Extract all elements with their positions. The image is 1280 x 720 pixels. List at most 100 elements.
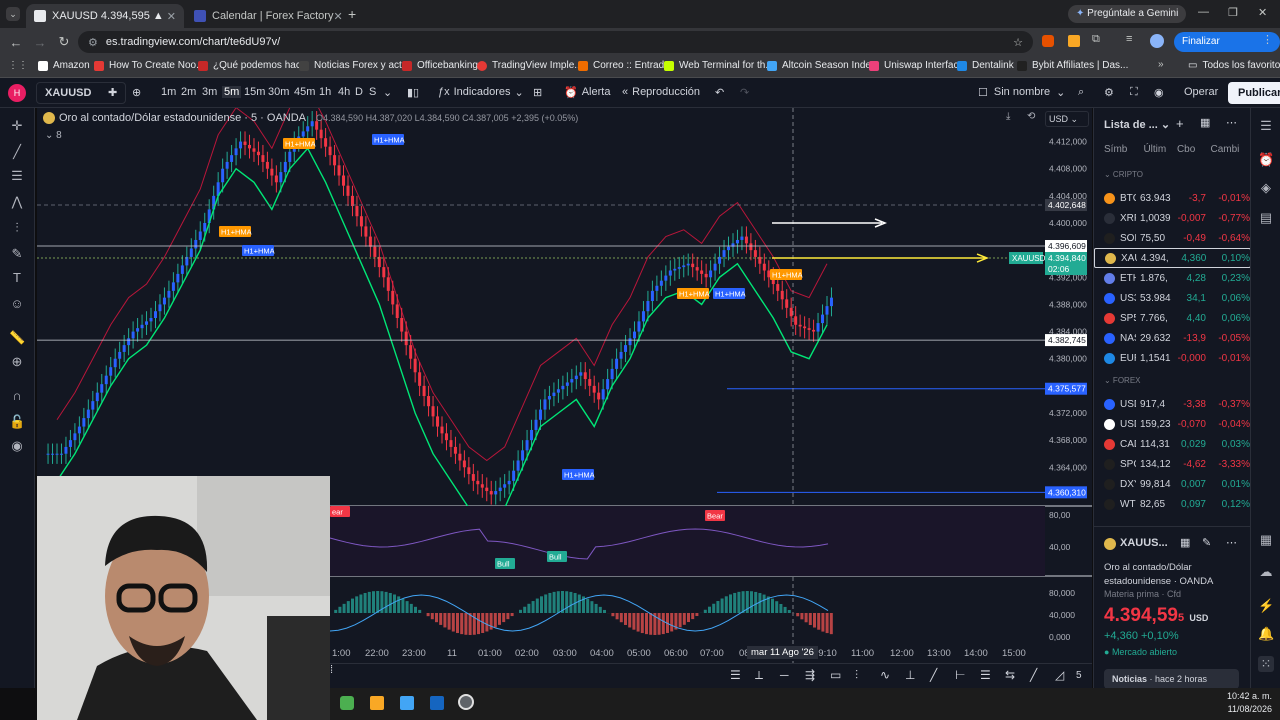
column-symbol[interactable]: Símb (1104, 144, 1143, 155)
watchlist-row[interactable]: SPC 134,12 -4,62 -3,33% (1094, 454, 1251, 474)
layout-name-dropdown[interactable]: ☐ Sin nombre ⌄ (978, 86, 1065, 99)
outlook-icon[interactable] (430, 696, 444, 710)
chevron-down-icon[interactable]: ⌄ (383, 86, 392, 99)
close-tab-icon[interactable]: ✕ (333, 10, 342, 23)
bookmark-item[interactable]: Amazon (38, 60, 90, 71)
emoji-tool-icon[interactable]: ☺ (9, 296, 25, 312)
gemini-button[interactable]: ✦ Pregúntale a Gemini (1068, 5, 1187, 23)
tab-xauusd[interactable]: XAUUSD 4.394,595 ▲ +0.1% Si ✕ (26, 4, 184, 28)
bookmark-item[interactable]: Officebanking (402, 60, 478, 71)
bookmark-item[interactable]: Dentalink (957, 60, 1014, 71)
watchlist-row[interactable]: SP5 7.766, 4,40 0,06% (1094, 308, 1251, 328)
publish-button[interactable]: Publicar (1228, 82, 1280, 104)
parallel-channel-icon[interactable]: ⇶ (805, 668, 815, 682)
bookmark-item[interactable]: TradingView Imple... (477, 60, 583, 71)
site-info-icon[interactable]: ⚙ (88, 36, 98, 49)
watchlist-row[interactable]: CAD 114,31 0,029 0,03% (1094, 434, 1251, 454)
watchlist-widget-icon[interactable]: ☰ (1258, 118, 1274, 134)
apps-icon[interactable]: ⁙ (1258, 656, 1274, 672)
text-tool-icon[interactable]: T (9, 270, 25, 286)
interval-5m[interactable]: 5m (222, 86, 242, 98)
minimize-icon[interactable]: — (1198, 6, 1209, 18)
omnibox[interactable]: ⚙ es.tradingview.com/chart/te6dU97v/ ☆ (78, 31, 1033, 53)
interval-3m[interactable]: 3m (202, 86, 217, 98)
grid-icon[interactable]: ▦ (1180, 536, 1190, 549)
profile-avatar[interactable] (1150, 34, 1164, 48)
crosshair-tool-icon[interactable]: ✛ (9, 118, 25, 134)
time-axis[interactable]: 1:00 22:00 23:00 11 01:00 02:00 03:00 04:00 05:0… (330, 645, 1090, 663)
candle-type-icon[interactable]: ▮▯ (407, 86, 419, 99)
replay-button[interactable]: «Reproducción (622, 86, 700, 98)
new-tab-icon[interactable]: + (348, 6, 356, 22)
bookmark-item[interactable]: ¿Qué podemos hac... (198, 60, 309, 71)
taskbar-app-icon[interactable] (340, 696, 354, 710)
watchlist-section-cripto[interactable]: ⌄ CRIPTO (1104, 170, 1143, 179)
redo-icon[interactable]: ↷ (740, 86, 749, 99)
bookmark-item[interactable]: Uniswap Interface (869, 60, 964, 71)
fib-icon[interactable]: ☰ (730, 668, 741, 682)
ruler-tool-icon[interactable]: 📏 (9, 330, 25, 346)
pencil-icon[interactable]: ╱ (1030, 668, 1037, 682)
fib-tool-icon[interactable]: ☰ (9, 168, 25, 184)
rectangle-icon[interactable]: ▭ (830, 668, 841, 682)
bookmark-item[interactable]: Bybit Affiliates | Das... (1017, 60, 1128, 71)
streams-icon[interactable]: ⚡ (1258, 598, 1274, 614)
more-bookmarks-icon[interactable]: » (1158, 59, 1164, 70)
user-avatar[interactable]: H (8, 84, 26, 102)
bookmark-item[interactable]: Web Terminal for th... (664, 60, 774, 71)
interval-S[interactable]: S (369, 86, 376, 98)
interval-45m[interactable]: 45m (294, 86, 315, 98)
ideas-icon[interactable]: ☁ (1258, 564, 1274, 580)
ruler-list-icon[interactable]: ☰ (980, 668, 991, 682)
interval-1m[interactable]: 1m (161, 86, 176, 98)
ray-icon[interactable]: ╱ (930, 668, 937, 682)
tab-forex-factory[interactable]: Calendar | Forex Factory ✕ (186, 4, 344, 28)
news-item[interactable]: Noticias · hace 2 horas (1104, 669, 1239, 689)
watchlist-row[interactable]: DXY 99,814 0,007 0,01% (1094, 474, 1251, 494)
watchlist-section-forex[interactable]: ⌄ FOREX (1104, 376, 1140, 385)
reload-icon[interactable]: ↻ (52, 34, 76, 50)
interval-30m[interactable]: 30m (268, 86, 289, 98)
fullscreen-icon[interactable]: ⛶ (1130, 86, 1138, 99)
extension-icon[interactable] (1068, 35, 1080, 47)
detail-symbol[interactable]: XAUUS... (1120, 537, 1168, 549)
interval-1h[interactable]: 1h (319, 86, 331, 98)
crosshair-line-icon[interactable]: ⟂ (755, 668, 763, 683)
alerts-widget-icon[interactable]: ⏰ (1258, 152, 1274, 168)
browser-menu-icon[interactable]: ⋮ (1262, 33, 1273, 46)
bookmark-item[interactable]: Correo :: Entrada (578, 60, 670, 71)
watchlist-title[interactable]: Lista de ... ⌄ (1104, 118, 1170, 131)
notifications-icon[interactable]: 🔔 (1258, 626, 1274, 642)
templates-grid-icon[interactable]: ⊞ (533, 86, 542, 99)
indicators-button[interactable]: ƒx Indicadores ⌄ (438, 86, 524, 99)
vertical-line-icon[interactable]: ⊥ (905, 668, 915, 682)
extensions-puzzle-icon[interactable]: ⧉ (1092, 33, 1100, 46)
close-window-icon[interactable]: ✕ (1258, 6, 1267, 19)
watchlist-row[interactable]: XRP 1,0039 -0,007 -0,77% (1094, 208, 1251, 228)
bookmark-item[interactable]: Noticias Forex y act... (299, 60, 410, 71)
media-icon[interactable]: ≡ (1126, 33, 1132, 45)
compare-icon[interactable]: ⊕ (132, 86, 141, 99)
horizontal-line-icon[interactable]: ─ (780, 668, 789, 682)
chrome-icon[interactable] (458, 694, 474, 710)
close-tab-icon[interactable]: ✕ (167, 10, 176, 23)
interval-4h[interactable]: 4h (338, 86, 350, 98)
watchlist-row[interactable]: WTI 82,65 0,097 0,12% (1094, 494, 1251, 514)
wave-icon[interactable]: ∿ (880, 668, 890, 682)
watchlist-row[interactable]: ETH 1.876, 4,28 0,23% (1094, 268, 1251, 288)
gann-icon[interactable]: ⫶ (855, 668, 858, 683)
hotlists-icon[interactable]: ▤ (1258, 210, 1274, 226)
interval-15m[interactable]: 15m (244, 86, 265, 98)
trendline-tool-icon[interactable]: ╱ (9, 144, 25, 160)
forward-icon[interactable]: → (28, 35, 52, 50)
plus-symbol-icon[interactable]: ✚ (108, 86, 117, 99)
brush-tool-icon[interactable]: ✎ (9, 246, 25, 262)
back-icon[interactable]: ← (4, 35, 28, 50)
measure-icon[interactable]: ⊢ (955, 668, 965, 682)
file-explorer-icon[interactable] (370, 696, 384, 710)
watchlist-row[interactable]: USD 917,4 -3,38 -0,37% (1094, 394, 1251, 414)
watchlist-layout-icon[interactable]: ▦ (1200, 116, 1210, 129)
watchlist-row[interactable]: NAS 29.632 -13,9 -0,05% (1094, 328, 1251, 348)
add-symbol-icon[interactable]: + (1176, 116, 1184, 131)
watchlist-row[interactable]: EUR 1,1541 -0,000 -0,01% (1094, 348, 1251, 368)
